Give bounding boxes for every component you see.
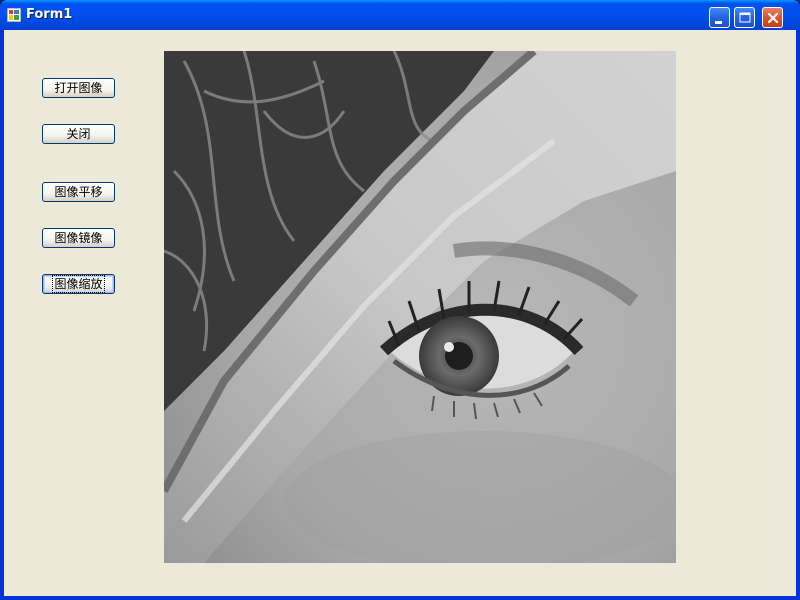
- form-client-area: 打开图像 关闭 图像平移 图像镜像 图像缩放: [4, 30, 796, 596]
- window-title: Form1: [26, 7, 73, 22]
- image-zoom-button[interactable]: 图像缩放: [42, 274, 115, 294]
- close-button[interactable]: 关闭: [42, 124, 115, 144]
- open-image-label: 打开图像: [54, 81, 103, 95]
- minimize-button[interactable]: [709, 7, 730, 28]
- image-mirror-button[interactable]: 图像镜像: [42, 228, 115, 248]
- close-icon: [767, 12, 779, 24]
- image-translate-button[interactable]: 图像平移: [42, 182, 115, 202]
- window-bottom-border: [0, 596, 800, 600]
- image-mirror-label: 图像镜像: [54, 231, 103, 245]
- picture-box: [164, 51, 676, 563]
- eye-image: [164, 51, 676, 563]
- image-zoom-label: 图像缩放: [52, 275, 105, 293]
- minimize-icon: [715, 21, 722, 24]
- app-window: Form1 打开图像 关闭 图像平移 图像镜像 图像缩放: [0, 0, 800, 600]
- maximize-icon: [739, 12, 751, 23]
- image-translate-label: 图像平移: [54, 185, 103, 199]
- close-window-button[interactable]: [762, 7, 783, 28]
- maximize-button[interactable]: [734, 7, 755, 28]
- title-bar[interactable]: Form1: [0, 0, 800, 30]
- open-image-button[interactable]: 打开图像: [42, 78, 115, 98]
- app-icon[interactable]: [7, 8, 21, 22]
- close-label: 关闭: [66, 127, 91, 141]
